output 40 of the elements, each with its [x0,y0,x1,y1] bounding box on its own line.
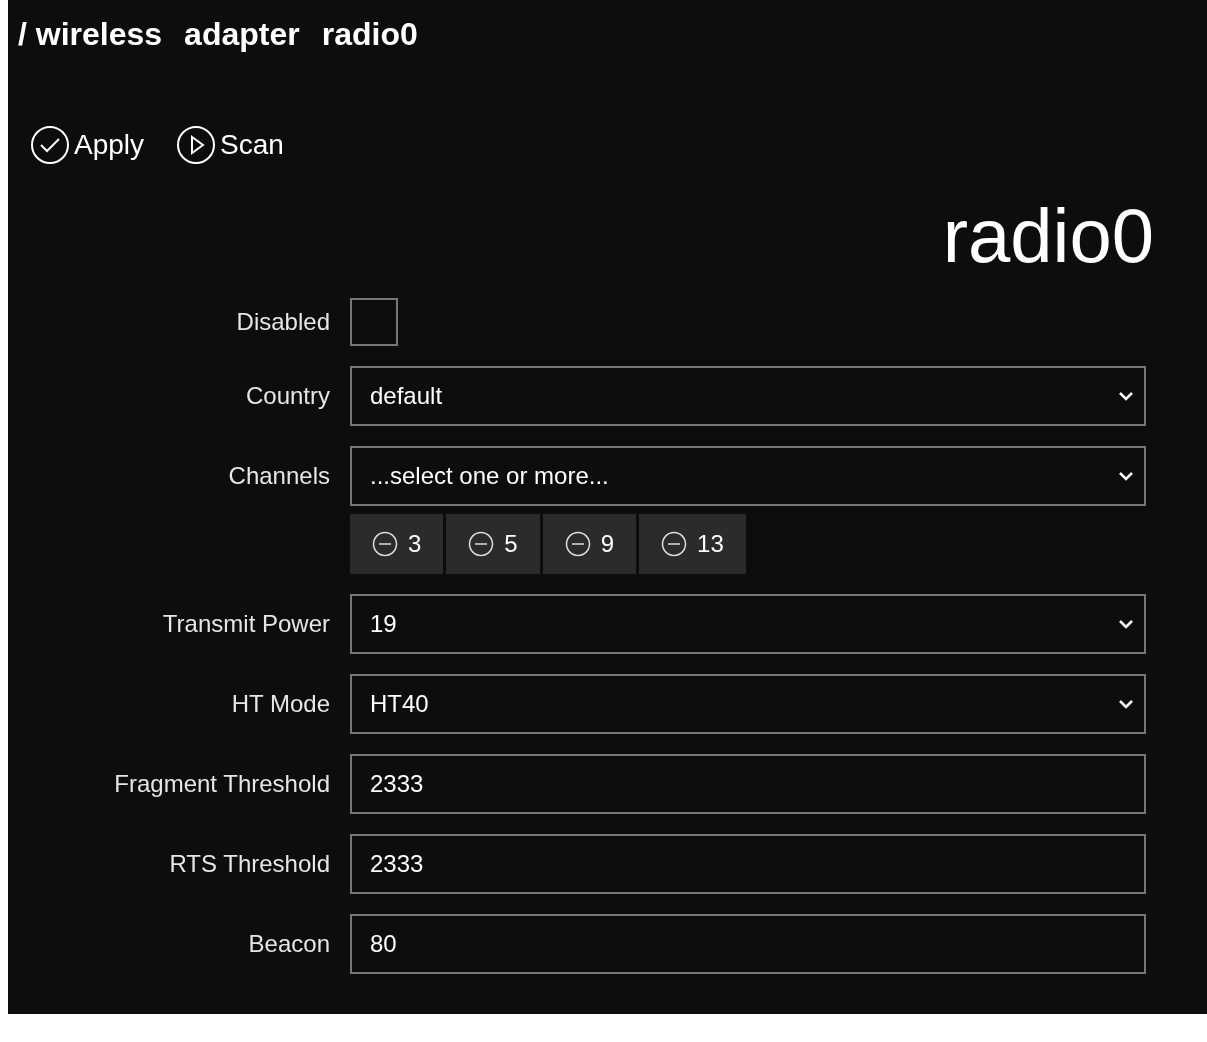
channel-chip[interactable]: 13 [639,514,746,574]
channel-chip[interactable]: 5 [446,514,540,574]
remove-circle-icon [564,531,591,557]
chevron-down-icon [1118,699,1134,709]
select-field[interactable]: default [350,366,1146,426]
channel-number: 5 [504,529,518,559]
field-label: Beacon [248,929,330,959]
check-circle-icon [30,125,70,165]
select-field[interactable]: HT40 [350,674,1146,734]
field-label: Transmit Power [162,609,330,639]
field-label: HT Mode [231,689,330,719]
input-field[interactable]: 2333 [350,754,1146,814]
breadcrumb-item[interactable]: radio0 [321,14,418,54]
scan-button[interactable]: Scan [176,124,284,166]
remove-circle-icon [468,531,495,557]
input-field[interactable]: 80 [350,914,1146,974]
channel-number: 9 [600,529,615,559]
apply-button[interactable]: Apply [30,124,145,166]
chevron-down-icon [1118,619,1134,629]
select-field[interactable]: 19 [350,594,1146,654]
remove-circle-icon [661,531,688,557]
select-field[interactable]: ...select one or more... [350,446,1146,506]
page-heading: radio0 [942,192,1154,280]
input-field[interactable]: 2333 [350,834,1146,894]
remove-circle-icon [372,531,398,557]
chevron-down-icon [1118,391,1134,401]
breadcrumb-item[interactable]: adapter [184,14,300,54]
field-label: Disabled [236,307,330,337]
field-label: RTS Threshold [169,849,330,879]
channel-chip[interactable]: 9 [542,514,637,574]
chevron-down-icon [1118,471,1134,481]
breadcrumb-item[interactable]: / wireless [18,14,163,54]
field-label: Channels [228,461,330,491]
field-label: Fragment Threshold [114,769,330,799]
play-circle-icon [176,125,217,165]
channel-chip[interactable]: 3 [350,514,444,574]
channel-number: 3 [408,529,422,559]
channel-number: 13 [697,529,724,559]
checkbox[interactable] [350,298,398,346]
field-label: Country [245,381,330,411]
